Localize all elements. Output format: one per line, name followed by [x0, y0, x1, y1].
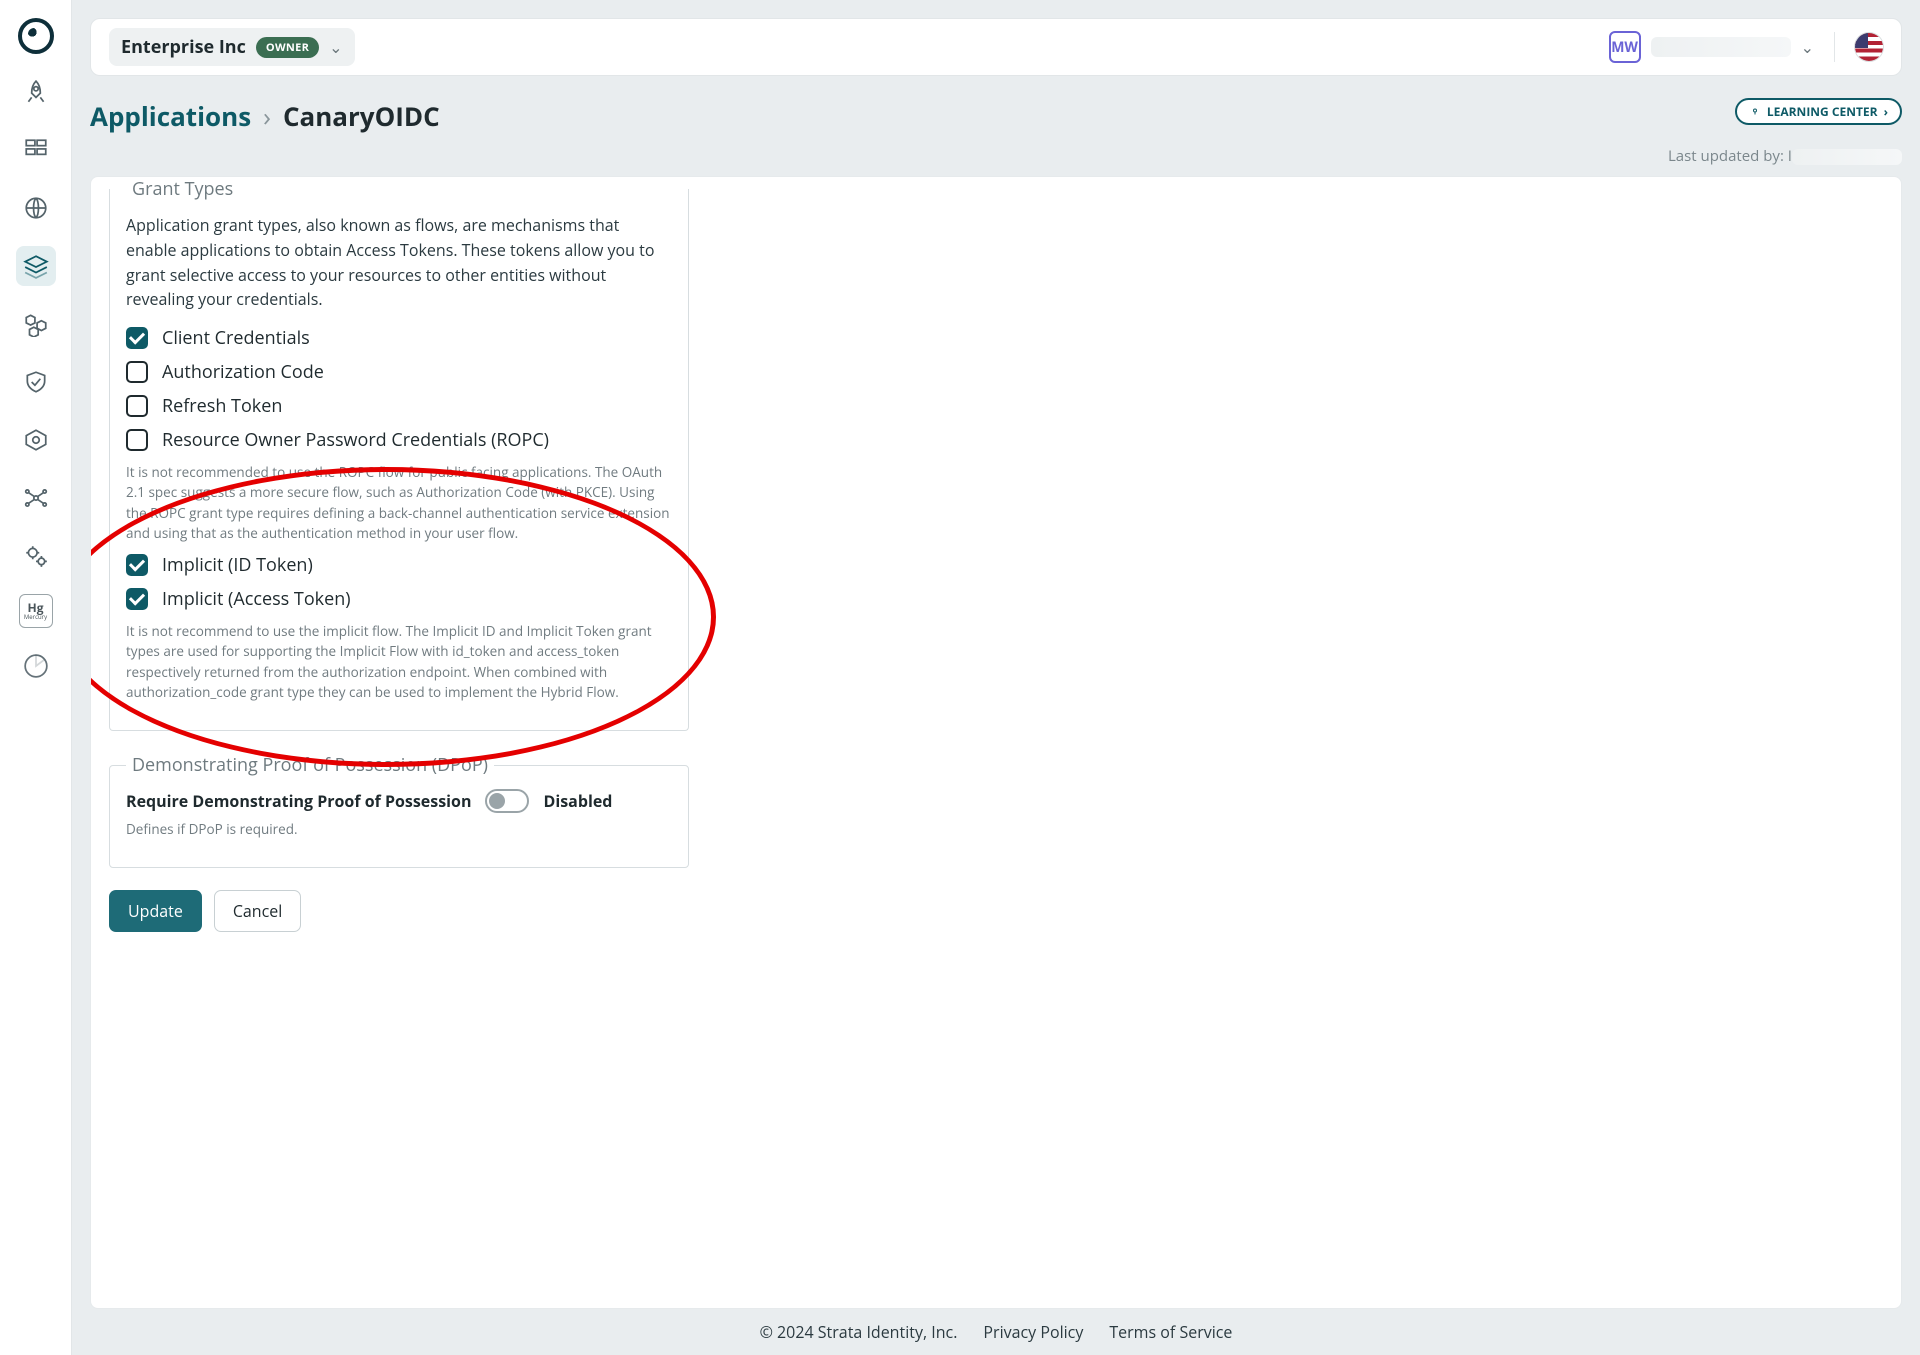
main: Enterprise Inc OWNER ⌄ MW ⌄ Applications…: [72, 0, 1920, 1355]
dpop-fieldset: Demonstrating Proof of Possession (DPoP)…: [109, 753, 689, 868]
sidebar-network-icon[interactable]: [16, 478, 56, 518]
sidebar-shield-icon[interactable]: [16, 362, 56, 402]
breadcrumb-root[interactable]: Applications: [90, 98, 251, 134]
user-menu[interactable]: MW ⌄: [1609, 31, 1814, 63]
breadcrumb: Applications › CanaryOIDC: [90, 98, 440, 134]
dpop-toggle-label: Require Demonstrating Proof of Possessio…: [126, 790, 471, 812]
sidebar-hg-icon[interactable]: HgMercury: [19, 594, 53, 628]
sidebar-radar-icon[interactable]: [16, 646, 56, 686]
user-name-masked: [1651, 37, 1791, 57]
grant-types-legend: Grant Types: [126, 177, 239, 201]
avatar: MW: [1609, 31, 1641, 63]
learning-center-button[interactable]: LEARNING CENTER ›: [1735, 98, 1902, 125]
sidebar: HgMercury: [0, 0, 72, 1355]
dpop-toggle-state: Disabled: [543, 790, 612, 812]
grant-types-fieldset: Grant Types Application grant types, als…: [109, 177, 689, 731]
owner-badge: OWNER: [256, 37, 319, 58]
checkbox-client-credentials[interactable]: [126, 327, 148, 349]
footer-copyright: © 2024 Strata Identity, Inc.: [760, 1321, 958, 1343]
checkbox-ropc[interactable]: [126, 429, 148, 451]
sidebar-target-icon[interactable]: [16, 420, 56, 460]
sidebar-hexagons-icon[interactable]: [16, 304, 56, 344]
checkbox-implicit-access-token[interactable]: [126, 588, 148, 610]
checkbox-implicit-id-token[interactable]: [126, 554, 148, 576]
breadcrumb-current: CanaryOIDC: [283, 98, 440, 134]
locale-flag-icon[interactable]: [1855, 33, 1883, 61]
checkbox-refresh-token[interactable]: [126, 395, 148, 417]
dpop-note: Defines if DPoP is required.: [126, 819, 672, 839]
implicit-note: It is not recommend to use the implicit …: [126, 621, 672, 702]
footer: © 2024 Strata Identity, Inc. Privacy Pol…: [72, 1309, 1920, 1355]
sidebar-rocket-icon[interactable]: [16, 72, 56, 112]
dpop-legend: Demonstrating Proof of Possession (DPoP): [126, 753, 494, 777]
org-switcher[interactable]: Enterprise Inc OWNER ⌄: [109, 28, 355, 66]
topbar: Enterprise Inc OWNER ⌄ MW ⌄: [90, 18, 1902, 76]
breadcrumb-separator: ›: [263, 98, 271, 134]
sidebar-layers-icon[interactable]: [16, 246, 56, 286]
dpop-toggle[interactable]: [485, 789, 529, 813]
sidebar-dashboard-icon[interactable]: [16, 130, 56, 170]
chevron-down-icon: ⌄: [1801, 36, 1814, 58]
org-name: Enterprise Inc: [121, 35, 246, 59]
chevron-right-icon: ›: [1884, 103, 1888, 120]
footer-terms-link[interactable]: Terms of Service: [1109, 1321, 1232, 1343]
content-card: Grant Types Application grant types, als…: [90, 176, 1902, 1309]
grant-types-description: Application grant types, also known as f…: [126, 213, 672, 312]
sidebar-gears-icon[interactable]: [16, 536, 56, 576]
action-buttons: Update Cancel: [109, 890, 1883, 932]
last-updated: Last updated by: I: [90, 146, 1902, 166]
page-header: Applications › CanaryOIDC LEARNING CENTE…: [90, 98, 1902, 134]
checkbox-authorization-code[interactable]: [126, 361, 148, 383]
update-button[interactable]: Update: [109, 890, 202, 932]
footer-privacy-link[interactable]: Privacy Policy: [983, 1321, 1083, 1343]
chevron-down-icon: ⌄: [329, 36, 342, 58]
sidebar-globe-icon[interactable]: [16, 188, 56, 228]
brand-logo-icon: [18, 18, 54, 54]
ropc-note: It is not recommended to use the ROPC fl…: [126, 462, 672, 543]
cancel-button[interactable]: Cancel: [214, 890, 301, 932]
